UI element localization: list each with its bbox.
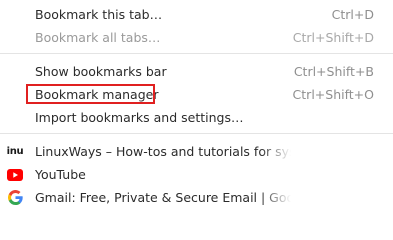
google-favicon-icon [7,190,23,206]
bookmark-item-linuxways[interactable]: inu LinuxWays – How-tos and tutorials fo… [0,140,393,163]
bookmark-item-gmail[interactable]: Gmail: Free, Private & Secure Email | Go… [0,186,393,209]
menu-separator [0,53,393,54]
youtube-favicon-icon [7,167,23,183]
bookmark-item-youtube[interactable]: YouTube [0,163,393,186]
bookmark-title: LinuxWays – How-tos and tutorials for sy… [35,143,291,159]
menu-item-shortcut: Ctrl+Shift+D [292,29,374,45]
menu-item-shortcut: Ctrl+Shift+B [293,63,374,79]
bookmark-all-tabs-item[interactable]: Bookmark all tabs… Ctrl+Shift+D [0,26,393,49]
linuxways-favicon-icon: inu [6,144,24,160]
favicon-text: inu [6,146,24,157]
bookmark-title: Gmail: Free, Private & Secure Email | Go… [35,189,291,205]
menu-item-label: Bookmark all tabs… [35,29,161,45]
bookmark-title: YouTube [35,166,86,182]
import-bookmarks-item[interactable]: Import bookmarks and settings… [0,106,393,129]
menu-item-shortcut: Ctrl+D [331,6,374,22]
bookmarks-menu: Bookmark this tab… Ctrl+D Bookmark all t… [0,0,393,212]
show-bookmarks-bar-item[interactable]: Show bookmarks bar Ctrl+Shift+B [0,60,393,83]
menu-item-shortcut: Ctrl+Shift+O [292,86,374,102]
menu-item-label: Show bookmarks bar [35,63,167,79]
highlight-annotation-box [26,84,155,104]
menu-item-label: Import bookmarks and settings… [35,109,244,125]
menu-item-label: Bookmark this tab… [35,6,163,22]
bookmark-this-tab-item[interactable]: Bookmark this tab… Ctrl+D [0,3,393,26]
menu-separator [0,133,393,134]
